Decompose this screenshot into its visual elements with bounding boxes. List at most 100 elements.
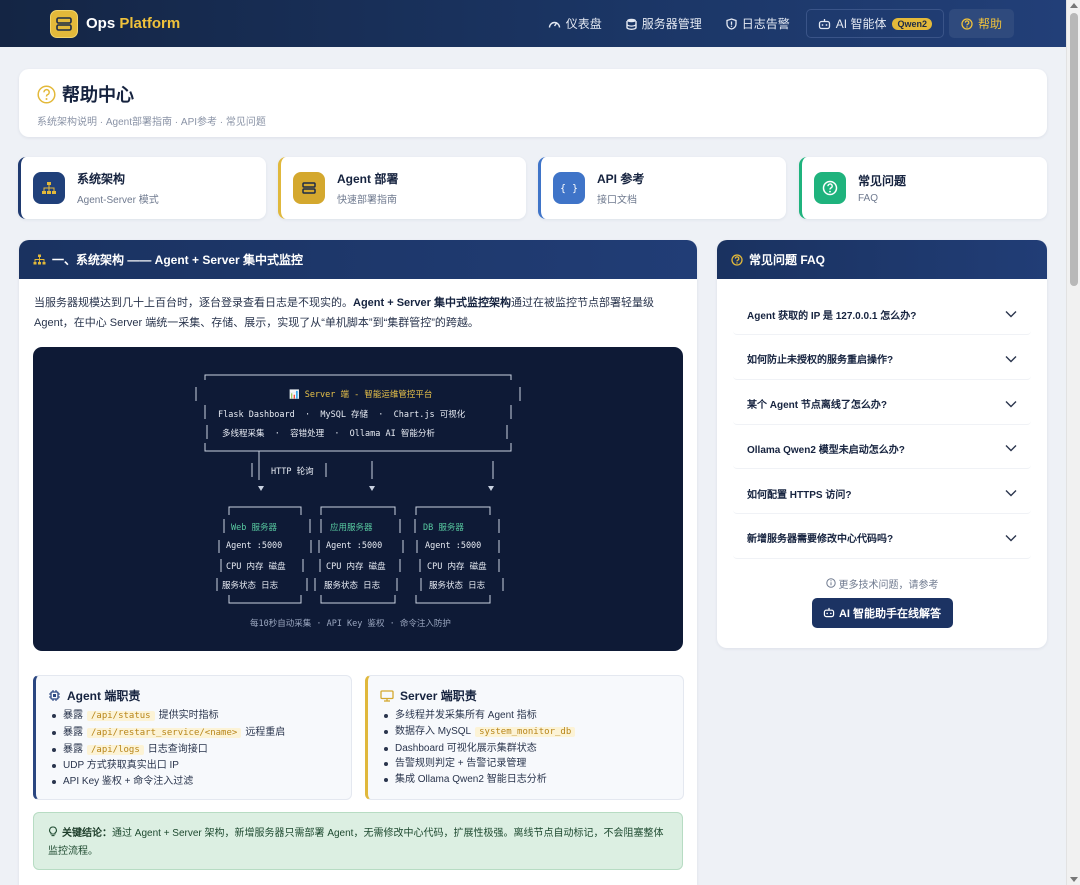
- chevron-down-icon: [1005, 534, 1017, 542]
- question-circle-icon: [731, 253, 743, 266]
- main-nav: 仪表盘 服务器管理 日志告警 AI 智能体 Qwen2 帮助: [536, 9, 1014, 38]
- faq-list: Agent 获取的 IP 是 127.0.0.1 怎么办? 如何防止未授权的服务…: [717, 279, 1047, 559]
- agent-duty-box: Agent 端职责 暴露/api/status 提供实时指标 暴露/api/res…: [33, 675, 352, 800]
- faq-card: 常见问题 FAQ Agent 获取的 IP 是 127.0.0.1 怎么办? 如…: [717, 240, 1047, 648]
- ai-assistant-button[interactable]: AI 智能助手在线解答: [811, 597, 953, 628]
- faq-question: Agent 获取的 IP 是 127.0.0.1 怎么办?: [747, 310, 917, 322]
- faq-more-text: 更多技术问题，请参考: [717, 576, 1047, 591]
- server-duty-box: Server 端职责 多线程并发采集所有 Agent 指标 数据存入 MySQL…: [365, 675, 684, 800]
- faq-item[interactable]: 如何防止未授权的服务重启操作?: [733, 338, 1031, 380]
- robot-icon: [818, 18, 830, 29]
- list-item: 暴露/api/restart_service/<name> 远程重启: [48, 725, 339, 742]
- page-title: 帮助中心: [37, 81, 1029, 107]
- ai-model-badge: Qwen2: [892, 17, 932, 30]
- chevron-down-icon: [1005, 311, 1017, 318]
- server-icon: [293, 172, 325, 204]
- conclusion-text: 通过 Agent + Server 架构，新增服务器只需部署 Agent，无需修…: [48, 828, 664, 857]
- nav-logs-label: 日志告警: [741, 17, 790, 31]
- agent-duty-title-text: Agent 端职责: [67, 689, 141, 703]
- question-circle-icon: [814, 172, 846, 204]
- server-stack-icon: [50, 9, 78, 38]
- nav-dashboard[interactable]: 仪表盘: [536, 9, 614, 38]
- list-item: API Key 鉴权 + 命令注入过滤: [48, 774, 339, 790]
- brand[interactable]: Ops Platform: [50, 9, 181, 38]
- quick-card-title: API 参考: [597, 172, 645, 186]
- quick-card-subtitle: 接口文档: [597, 195, 637, 206]
- nav-dashboard-label: 仪表盘: [565, 17, 602, 31]
- list-item: UDP 方式获取真实出口 IP: [48, 758, 339, 774]
- database-icon: [626, 18, 637, 30]
- quick-card-api-reference[interactable]: { } API 参考 接口文档: [538, 157, 786, 219]
- quick-card-architecture[interactable]: 系统架构 Agent-Server 模式: [18, 157, 266, 219]
- monitor-icon: [380, 689, 394, 702]
- page-title-text: 帮助中心: [62, 85, 134, 105]
- page-header: 帮助中心 系统架构说明 · Agent部署指南 · API参考 · 常见问题: [19, 69, 1047, 137]
- faq-question: Ollama Qwen2 模型未启动怎么办?: [747, 444, 905, 456]
- diagram-node-app-status: 服务状态 日志: [324, 581, 381, 591]
- scroll-up-arrow-icon[interactable]: [1070, 3, 1078, 8]
- architecture-card-title: 一、系统架构 —— Agent + Server 集中式监控: [52, 253, 304, 267]
- server-duty-title-text: Server 端职责: [400, 689, 477, 703]
- question-circle-icon: [37, 84, 56, 104]
- server-duty-list: 多线程并发采集所有 Agent 指标 数据存入 MySQL system_moni…: [380, 708, 671, 788]
- key-conclusion: 关键结论：通过 Agent + Server 架构，新增服务器只需部署 Agen…: [33, 812, 683, 870]
- diagram-node-web-metrics: CPU 内存 磁盘: [226, 562, 286, 572]
- chevron-down-icon: [1005, 355, 1017, 363]
- quick-card-subtitle: FAQ: [858, 193, 879, 204]
- nav-logs[interactable]: 日志告警: [714, 9, 802, 38]
- scroll-down-arrow-icon[interactable]: [1070, 877, 1078, 882]
- faq-card-title: 常见问题 FAQ: [749, 253, 826, 267]
- faq-item[interactable]: 如何配置 HTTPS 访问?: [733, 473, 1031, 515]
- faq-item[interactable]: Agent 获取的 IP 是 127.0.0.1 怎么办?: [733, 294, 1031, 335]
- faq-question: 如何防止未授权的服务重启操作?: [747, 355, 894, 367]
- chevron-down-icon: [1005, 400, 1017, 408]
- nav-help-label: 帮助: [977, 17, 1002, 31]
- diagram-server-line1: Flask Dashboard · MySQL 存储 · Chart.js 可视…: [218, 410, 466, 420]
- chevron-down-icon: [1005, 445, 1017, 452]
- nav-servers-label: 服务器管理: [641, 17, 702, 31]
- top-navbar: Ops Platform 仪表盘 服务器管理 日志告警 AI 智能体 Qwen2…: [0, 0, 1066, 47]
- shield-icon: [726, 17, 737, 30]
- diagram-node-app-agent: Agent :5000: [326, 541, 383, 551]
- architecture-card-header: 一、系统架构 —— Agent + Server 集中式监控: [19, 240, 697, 279]
- nav-help[interactable]: 帮助: [948, 9, 1014, 38]
- list-item: 暴露/api/logs 日志查询接口: [48, 742, 339, 759]
- diagram-node-db-agent: Agent :5000: [425, 541, 482, 551]
- list-item: 暴露/api/status 提供实时指标: [48, 708, 339, 725]
- faq-question: 如何配置 HTTPS 访问?: [747, 489, 852, 501]
- code-braces-icon: { }: [553, 172, 585, 204]
- agent-duty-title: Agent 端职责: [48, 687, 339, 704]
- nav-ai-agent[interactable]: AI 智能体 Qwen2: [805, 9, 944, 38]
- faq-card-header: 常见问题 FAQ: [717, 240, 1047, 279]
- agent-duty-list: 暴露/api/status 提供实时指标 暴露/api/restart_servi…: [48, 708, 339, 790]
- brand-name: Ops Platform: [86, 15, 181, 32]
- faq-more-label: 更多技术问题，请参考: [838, 579, 939, 591]
- architecture-card: 一、系统架构 —— Agent + Server 集中式监控 当服务器规模达到几…: [19, 240, 697, 885]
- lightbulb-icon: [49, 826, 57, 837]
- faq-item[interactable]: 某个 Agent 节点离线了怎么办?: [733, 383, 1031, 425]
- question-circle-icon: [961, 17, 973, 30]
- quick-card-agent-deploy[interactable]: Agent 部署 快速部署指南: [278, 157, 526, 219]
- diagram-node-web-status: 服务状态 日志: [222, 581, 279, 591]
- faq-question: 新增服务器需要修改中心代码吗?: [747, 534, 894, 546]
- chip-icon: [49, 690, 60, 701]
- scroll-thumb[interactable]: [1070, 13, 1078, 286]
- gauge-icon: [548, 21, 560, 28]
- quick-card-title: 常见问题: [858, 174, 907, 188]
- page-scrollbar[interactable]: [1066, 0, 1080, 885]
- quick-card-faq[interactable]: 常见问题 FAQ: [799, 157, 1047, 219]
- diagram-http-label: HTTP 轮询: [271, 467, 314, 477]
- diagram-footer: 每10秒自动采集 · API Key 鉴权 · 命令注入防护: [250, 619, 451, 629]
- diagram-node-app-metrics: CPU 内存 磁盘: [326, 562, 386, 572]
- info-circle-icon: [825, 578, 836, 589]
- diagram-node-db-status: 服务状态 日志: [429, 581, 486, 591]
- quick-card-title: 系统架构: [77, 172, 126, 186]
- server-duty-title: Server 端职责: [380, 687, 671, 704]
- conclusion-label: 关键结论：: [62, 828, 112, 839]
- faq-item[interactable]: 新增服务器需要修改中心代码吗?: [733, 517, 1031, 559]
- nav-servers[interactable]: 服务器管理: [614, 9, 714, 38]
- diagram-node-web-agent: Agent :5000: [226, 541, 283, 551]
- faq-item[interactable]: Ollama Qwen2 模型未启动怎么办?: [733, 428, 1031, 470]
- list-item: 数据存入 MySQL system_monitor_db: [380, 724, 671, 741]
- list-item: 告警规则判定 + 告警记录管理: [380, 756, 671, 772]
